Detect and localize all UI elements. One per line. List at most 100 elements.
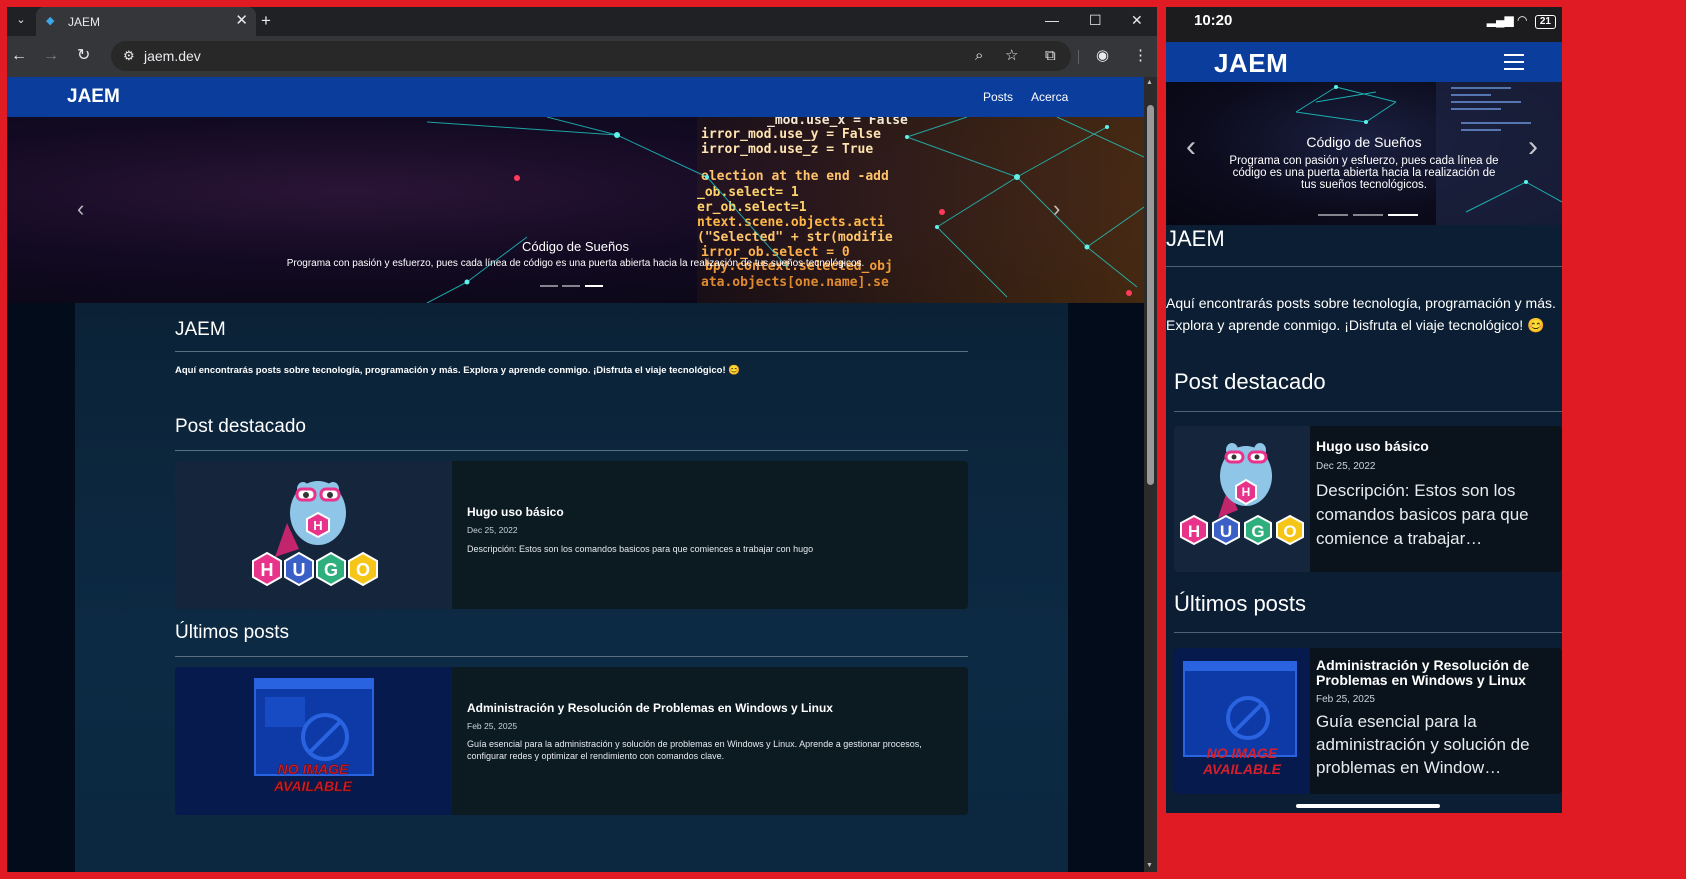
carousel-prev-icon[interactable]: ‹ [77,197,84,221]
browser-tab[interactable]: ◆ JAEM ✕ [36,7,256,36]
carousel-indicator-3[interactable] [585,285,603,287]
featured-post-card[interactable]: H H U G O Hugo uso básico Dec 25, 2022 D… [175,461,968,609]
carousel-indicator-2[interactable] [1353,214,1383,216]
post-date: Dec 25, 2022 [1316,461,1376,472]
minimize-icon[interactable]: — [1045,10,1059,30]
logo-letter-h: H [261,560,274,580]
logo-letter-h: H [1188,522,1200,541]
browser-toolbar: ← → ↻ ⚙ jaem.dev ⌕ ☆ ⧉ ◉ ⋮ [7,36,1157,77]
mascot-letter: H [313,518,322,533]
url-text[interactable]: jaem.dev [144,48,201,64]
no-image-text: NO IMAGE [278,761,349,777]
post-description: Guía esencial para la administración y s… [467,739,922,761]
hamburger-menu-icon[interactable] [1504,54,1524,70]
zoom-icon[interactable]: ⌕ [975,47,983,65]
signal-icon: ▂▄▆ [1486,13,1514,27]
reload-icon[interactable]: ↻ [77,46,90,66]
divider [1166,266,1562,267]
status-icons: ▂▄▆ ◠ 21 [1487,13,1556,29]
post-description: Descripción: Estos son los comandos basi… [467,544,814,554]
back-icon[interactable]: ← [11,46,27,66]
main-content: JAEM Aquí encontrarás posts sobre tecnol… [75,303,1068,872]
menu-icon[interactable]: ⋮ [1133,46,1148,66]
no-image-placeholder: NO IMAGE AVAILABLE [175,667,452,815]
carousel-next-icon[interactable]: › [1053,197,1060,221]
logo-letter-u: U [293,560,306,580]
extensions-icon[interactable]: ⧉ [1045,46,1056,66]
mascot-letter: H [1242,485,1251,499]
site-navbar: JAEM Posts Acerca [7,77,1144,117]
site-brand[interactable]: JAEM [67,86,120,108]
tab-list-icon[interactable]: ⌄ [11,11,31,29]
site-brand[interactable]: JAEM [1214,48,1288,79]
toolbar-divider [1078,50,1079,64]
scroll-down-icon[interactable]: ▼ [1146,862,1153,869]
hero-title: Código de Sueños [1306,134,1422,150]
star-icon[interactable]: ☆ [1005,47,1018,65]
post-title[interactable]: Administración y Resolución de Problemas… [1316,658,1556,688]
desktop-browser-window: ⌄ ◆ JAEM ✕ + — ☐ ✕ ← → ↻ ⚙ jaem.dev ⌕ ☆ … [7,7,1157,872]
divider [1174,632,1562,633]
maximize-icon[interactable]: ☐ [1089,10,1102,30]
post-description: Guía esencial para la administración y s… [1316,712,1530,777]
forward-icon[interactable]: → [43,46,59,66]
latest-section-title: Últimos posts [175,622,290,643]
featured-section-title: Post destacado [1174,369,1326,394]
post-title[interactable]: Hugo uso básico [467,505,564,519]
carousel-indicator-1[interactable] [1318,214,1348,216]
logo-letter-o: O [1283,522,1296,541]
card-body: Administración y Resolución de Problemas… [467,667,957,815]
battery-icon: 21 [1534,15,1556,29]
mobile-hero-carousel: ‹ › Código de Sueños Programa con pasión… [1166,82,1562,225]
no-image-text: NO IMAGE [1207,745,1278,761]
carousel-indicator-2[interactable] [562,285,580,287]
scroll-up-icon[interactable]: ▲ [1146,79,1153,86]
post-date: Dec 25, 2022 [467,525,518,535]
no-image-text: AVAILABLE [1202,761,1282,777]
window-close-icon[interactable]: ✕ [1131,10,1143,30]
hero-subtitle: Programa con pasión y esfuerzo, pues cad… [1229,155,1499,191]
mobile-navbar: JAEM [1166,42,1562,82]
status-bar: 10:20 ▂▄▆ ◠ 21 [1166,7,1562,42]
nav-link-acerca[interactable]: Acerca [1031,90,1068,104]
network-graphic [426,117,1144,303]
divider [1174,411,1562,412]
post-description: Descripción: Estos son los comandos basi… [1316,481,1529,548]
vertical-scrollbar[interactable]: ▲ ▼ [1144,77,1157,872]
scroll-thumb[interactable] [1147,105,1154,485]
no-image-placeholder: NO IMAGE AVAILABLE [1174,648,1310,794]
mobile-screen: 10:20 ▂▄▆ ◠ 21 JAEM ‹ › Código de Sueños… [1166,7,1562,813]
site-info-icon[interactable]: ⚙ [123,48,135,64]
carousel-indicator-3[interactable] [1388,214,1418,216]
divider [175,351,968,352]
intro-title: JAEM [1166,226,1225,251]
no-image-text: AVAILABLE [273,778,353,794]
divider [175,656,968,657]
nav-link-posts[interactable]: Posts [983,90,1013,104]
featured-post-card[interactable]: H H U G O Hugo uso básico Dec 25, 2022 D… [1174,426,1562,572]
post-title[interactable]: Hugo uso básico [1316,439,1556,454]
tab-strip: ⌄ ◆ JAEM ✕ + — ☐ ✕ [7,7,1157,36]
page-viewport: JAEM Posts Acerca _mod.use_x = False irr… [7,77,1144,872]
card-body: Hugo uso básico Dec 25, 2022 Descripción… [1316,426,1562,572]
carousel-indicator-1[interactable] [540,285,558,287]
address-bar[interactable]: ⚙ jaem.dev ⌕ ☆ [111,41,1071,71]
plus-icon[interactable]: + [261,11,271,31]
latest-post-card[interactable]: NO IMAGE AVAILABLE Administración y Reso… [1174,648,1562,794]
hugo-logo-image: H H U G O [175,461,452,609]
logo-letter-g: G [1251,522,1264,541]
latest-section-title: Últimos posts [1174,591,1307,616]
close-icon[interactable]: ✕ [235,12,248,30]
status-time: 10:20 [1194,12,1233,29]
profile-icon[interactable]: ◉ [1096,46,1109,66]
home-indicator[interactable] [1296,804,1440,808]
hero-title: Código de Sueños [522,239,629,254]
hero-carousel: _mod.use_x = False irror_mod.use_y = Fal… [7,117,1144,303]
featured-section-title: Post destacado [175,416,306,437]
favicon-icon: ◆ [46,15,55,27]
latest-post-card[interactable]: NO IMAGE AVAILABLE Administración y Reso… [175,667,968,815]
post-title[interactable]: Administración y Resolución de Problemas… [467,701,833,715]
card-body: Administración y Resolución de Problemas… [1316,648,1562,794]
hugo-logo-image: H H U G O [1174,426,1310,572]
intro-text: Aquí encontrarás posts sobre tecnología,… [175,365,741,376]
